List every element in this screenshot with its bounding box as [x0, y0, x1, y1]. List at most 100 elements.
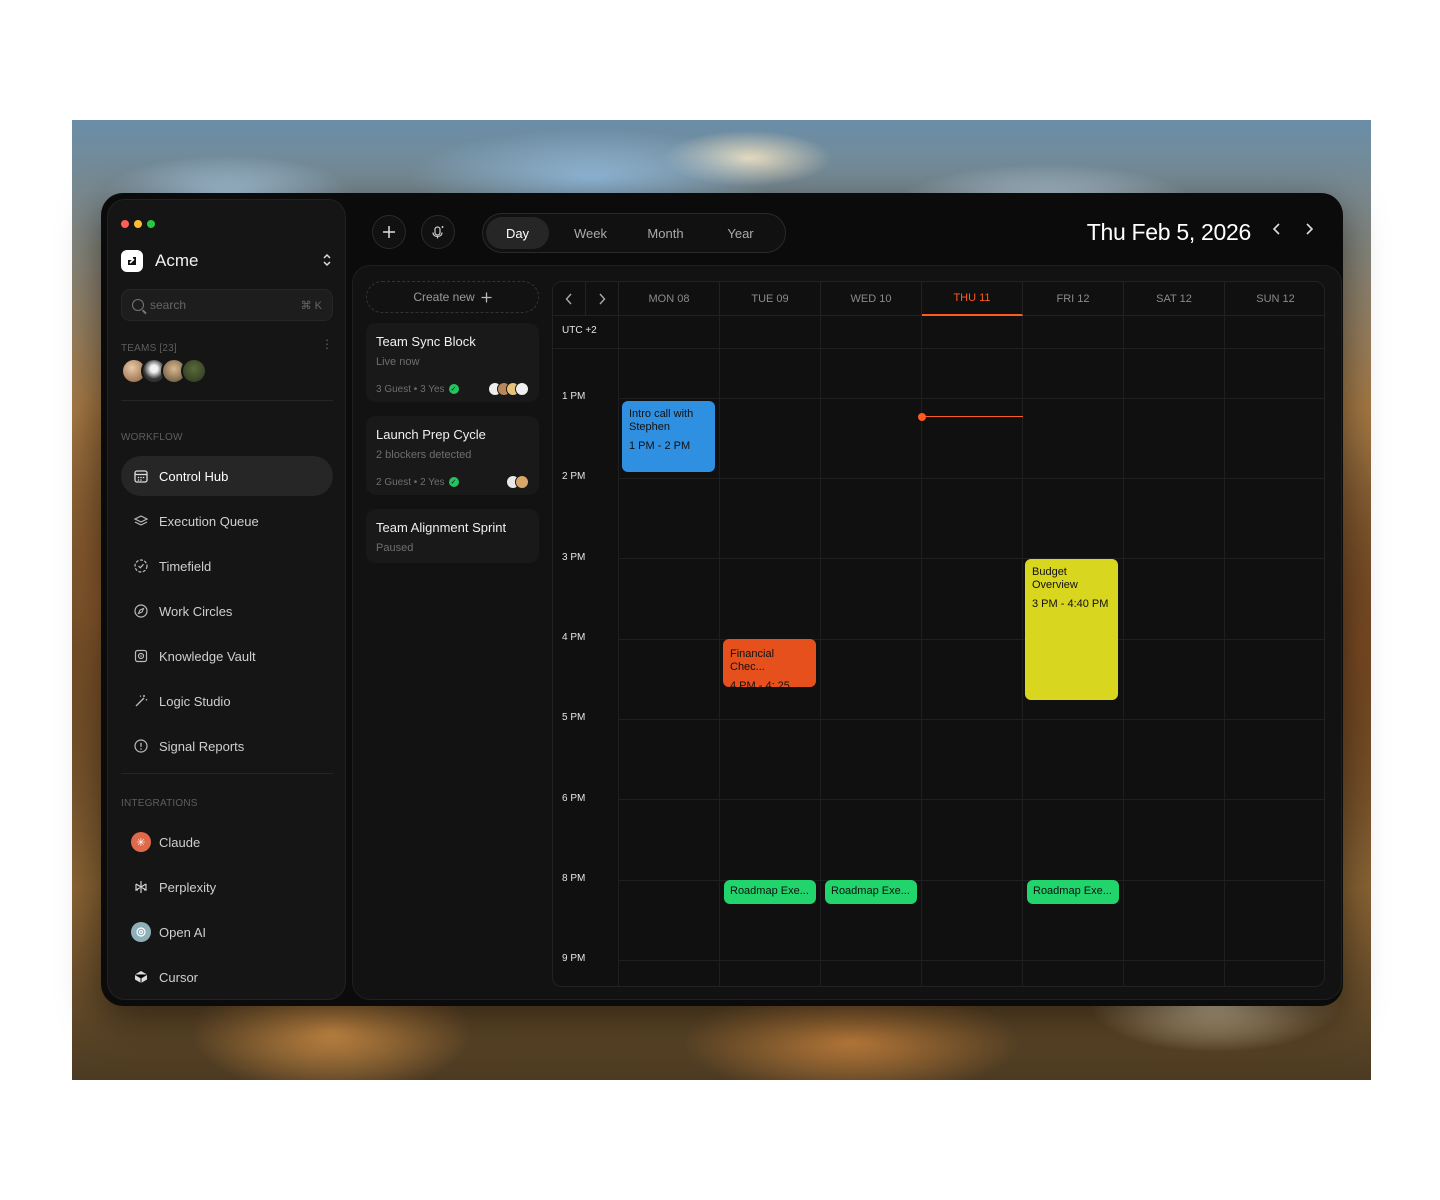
avatar[interactable] — [181, 358, 207, 384]
day-header-mon[interactable]: MON 08 — [619, 282, 720, 316]
current-time-dot — [918, 413, 926, 421]
workflow-label: WORKFLOW — [121, 432, 183, 443]
compass-icon — [133, 603, 149, 619]
cursor-icon — [131, 967, 151, 987]
view-tab-day[interactable]: Day — [486, 217, 549, 249]
plus-icon — [383, 226, 395, 238]
nav-item-label: Execution Queue — [159, 513, 259, 529]
workspace-switcher[interactable]: Acme — [121, 248, 332, 274]
chevron-up-down-icon[interactable] — [322, 253, 332, 270]
view-tab-year[interactable]: Year — [703, 217, 778, 249]
divider — [121, 773, 333, 774]
event-time: 3 PM - 4:40 PM — [1032, 598, 1109, 611]
nav-item-execution-queue[interactable]: Execution Queue — [121, 501, 333, 541]
nav-item-openai[interactable]: Open AI — [121, 912, 333, 952]
task-card-status: 2 blockers detected — [376, 449, 472, 461]
calendar-event[interactable]: Roadmap Exe... — [724, 880, 816, 904]
chevron-left-icon — [565, 293, 572, 305]
view-switcher: Day Week Month Year — [482, 213, 786, 253]
search-input[interactable]: search ⌘ K — [121, 289, 333, 321]
time-label: 3 PM — [562, 552, 586, 563]
guest-count: 2 Guest • 2 Yes — [376, 476, 445, 488]
more-vertical-icon[interactable]: ⋮ — [321, 337, 333, 351]
day-header-sat[interactable]: SAT 12 — [1124, 282, 1225, 316]
calendar-event[interactable]: Financial Chec... 4 PM - 4: 25 PM — [723, 639, 816, 706]
grid-line — [618, 316, 619, 986]
calendar-icon — [133, 468, 149, 484]
time-label: 2 PM — [562, 471, 586, 482]
create-new-button[interactable]: Create new — [366, 281, 539, 313]
close-window-button[interactable] — [121, 220, 129, 228]
day-header-tue[interactable]: TUE 09 — [720, 282, 821, 316]
divider — [121, 400, 333, 401]
day-header-thu[interactable]: THU 11 — [922, 282, 1023, 316]
prev-date-button[interactable] — [1272, 222, 1282, 241]
avatar — [515, 382, 529, 396]
chevron-right-icon — [599, 293, 606, 305]
nav-item-label: Cursor — [159, 969, 199, 985]
task-card-title: Launch Prep Cycle — [376, 427, 486, 442]
nav-item-timefield[interactable]: Timefield — [121, 546, 333, 586]
calendar-event[interactable]: Budget Overview 3 PM - 4:40 PM — [1025, 559, 1118, 700]
search-shortcut: ⌘ K — [300, 299, 322, 312]
nav-item-work-circles[interactable]: Work Circles — [121, 591, 333, 631]
check-circle-icon: ✓ — [448, 477, 459, 487]
acme-logo-icon — [121, 250, 143, 272]
nav-item-label: Work Circles — [159, 603, 233, 619]
current-time-line — [922, 416, 1023, 417]
view-tab-month[interactable]: Month — [628, 217, 703, 249]
nav-item-perplexity[interactable]: Perplexity — [121, 867, 333, 907]
perplexity-icon — [131, 877, 151, 897]
next-date-button[interactable] — [1304, 222, 1314, 241]
calendar-event[interactable]: Roadmap Exe... — [1027, 880, 1119, 904]
event-time: 1 PM - 2 PM — [629, 440, 691, 453]
maximize-window-button[interactable] — [147, 220, 155, 228]
nav-item-cursor[interactable]: Cursor — [121, 957, 333, 997]
day-header-fri[interactable]: FRI 12 — [1023, 282, 1124, 316]
nav-item-control-hub[interactable]: Control Hub — [121, 456, 333, 496]
nav-item-label: Control Hub — [159, 468, 229, 484]
nav-item-label: Claude — [159, 834, 201, 850]
calendar-next-button[interactable] — [586, 282, 619, 316]
view-tab-week[interactable]: Week — [553, 217, 628, 249]
grid-line — [618, 960, 1324, 961]
minimize-window-button[interactable] — [134, 220, 142, 228]
calendar-event[interactable]: Intro call with Stephen 1 PM - 2 PM — [622, 401, 715, 472]
chevron-left-icon — [1272, 223, 1280, 235]
day-header-sun[interactable]: SUN 12 — [1225, 282, 1324, 316]
task-card[interactable]: Launch Prep Cycle 2 blockers detected 2 … — [366, 416, 539, 495]
day-header-wed[interactable]: WED 10 — [821, 282, 922, 316]
time-label: 5 PM — [562, 712, 586, 723]
task-card-meta: 2 Guest • 2 Yes ✓ — [376, 475, 529, 489]
nav-item-signal-reports[interactable]: Signal Reports — [121, 726, 333, 766]
avatar — [515, 475, 529, 489]
plus-icon — [481, 292, 492, 302]
teams-label: TEAMS [23] — [121, 343, 177, 354]
window-controls — [121, 220, 155, 228]
guest-avatars — [488, 382, 529, 396]
nav-item-knowledge-vault[interactable]: Knowledge Vault — [121, 636, 333, 676]
nav-item-claude[interactable]: ✳ Claude — [121, 822, 333, 862]
event-title: Budget Overview — [1032, 566, 1078, 592]
task-card-meta: 3 Guest • 3 Yes ✓ — [376, 382, 529, 396]
time-label: 8 PM — [562, 873, 586, 884]
task-card-status: Live now — [376, 356, 420, 368]
nav-item-label: Perplexity — [159, 879, 217, 895]
search-placeholder: search — [150, 298, 187, 312]
sidebar: Acme search ⌘ K TEAMS [23] ⋮ WORKFLOW Co… — [107, 199, 346, 1000]
grid-line — [719, 316, 720, 986]
mic-sparkle-icon — [432, 226, 444, 239]
timezone-label: UTC +2 — [562, 325, 597, 336]
grid-line — [618, 478, 1324, 479]
nav-item-logic-studio[interactable]: Logic Studio — [121, 681, 333, 721]
claude-icon: ✳ — [131, 832, 151, 852]
current-date-title: Thu Feb 5, 2026 — [1086, 219, 1252, 245]
wand-icon — [133, 693, 149, 709]
voice-assistant-button[interactable] — [421, 215, 455, 249]
add-button[interactable] — [372, 215, 406, 249]
grid-line — [1224, 316, 1225, 986]
calendar-event[interactable]: Roadmap Exe... — [825, 880, 917, 904]
calendar-prev-button[interactable] — [553, 282, 586, 316]
task-card[interactable]: Team Sync Block Live now 3 Guest • 3 Yes… — [366, 323, 539, 402]
task-card[interactable]: Team Alignment Sprint Paused — [366, 509, 539, 563]
